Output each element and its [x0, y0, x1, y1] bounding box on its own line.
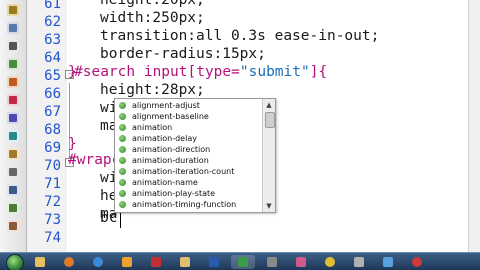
hint-item[interactable]: animation-duration	[117, 155, 261, 166]
insert-toolstrip	[0, 0, 27, 252]
ie-icon[interactable]	[86, 255, 110, 269]
hint-item[interactable]: animation-iteration-count	[117, 166, 261, 177]
line-number: 66	[44, 86, 61, 102]
outdent-icon[interactable]	[7, 220, 19, 232]
code-line: transition:all 0.3s ease-in-out;	[100, 28, 380, 44]
cursor-icon[interactable]	[7, 40, 19, 52]
calc-icon[interactable]	[260, 255, 284, 269]
line-number: 64	[44, 50, 61, 66]
line-number: 67	[44, 104, 61, 120]
property-icon	[119, 157, 126, 164]
network-icon[interactable]	[376, 255, 400, 269]
undo-icon[interactable]	[7, 166, 19, 178]
recorder-icon[interactable]	[405, 255, 429, 269]
taskbar	[0, 252, 480, 270]
hint-item[interactable]: animation-direction	[117, 144, 261, 155]
property-icon	[119, 201, 126, 208]
property-icon	[119, 146, 126, 153]
css-icon[interactable]	[7, 130, 19, 142]
line-number: 71	[44, 176, 61, 192]
hint-item[interactable]: alignment-baseline	[117, 111, 261, 122]
line-number: 65	[44, 68, 61, 84]
line-number: 68	[44, 122, 61, 138]
css-selector-line: #search input[type="submit"]{	[74, 62, 327, 82]
dreamweaver-icon[interactable]	[231, 255, 255, 269]
hint-item[interactable]: animation-play-state	[117, 188, 261, 199]
app-icon[interactable]	[144, 255, 168, 269]
selector-text: ]{	[309, 64, 328, 80]
wand-icon[interactable]	[7, 4, 19, 16]
hint-item[interactable]: animation	[117, 122, 261, 133]
hint-item[interactable]: animation-name	[117, 177, 261, 188]
property-icon	[119, 135, 126, 142]
line-number: 63	[44, 32, 61, 48]
folder-icon[interactable]	[173, 255, 197, 269]
word-icon[interactable]	[202, 255, 226, 269]
hint-item[interactable]: alignment-adjust	[117, 100, 261, 111]
property-icon	[119, 102, 126, 109]
code-line: height:28px;	[100, 82, 205, 98]
list-icon[interactable]	[7, 184, 19, 196]
editor-window: 61 62 63 64 65 66 67 68 69 70 71 72 73 7…	[0, 0, 480, 270]
paint-icon[interactable]	[289, 255, 313, 269]
indent-icon[interactable]	[7, 202, 19, 214]
property-icon	[119, 179, 126, 186]
scroll-down-icon[interactable]: ▼	[264, 201, 274, 211]
property-icon	[119, 168, 126, 175]
box-icon[interactable]	[7, 22, 19, 34]
hint-scrollbar[interactable]: ▲ ▼	[262, 99, 275, 212]
settings-icon[interactable]	[347, 255, 371, 269]
selector-text: #search input[type=	[74, 64, 240, 80]
palette-icon[interactable]	[7, 94, 19, 106]
code-line: border-radius:15px;	[100, 46, 266, 62]
string-literal: "submit"	[239, 64, 310, 80]
code-line: width:250px;	[100, 10, 205, 26]
grid-icon[interactable]	[7, 58, 19, 70]
line-number: 70	[44, 158, 61, 174]
explorer-icon[interactable]	[28, 255, 52, 269]
line-number-gutter: 61 62 63 64 65 66 67 68 69 70 71 72 73 7…	[27, 0, 67, 252]
css-selector-line: #wrapc	[68, 152, 121, 168]
line-number: 73	[44, 212, 61, 228]
property-icon	[119, 124, 126, 131]
hint-item[interactable]: animation-delay	[117, 133, 261, 144]
property-icon	[119, 190, 126, 197]
start-button[interactable]	[6, 254, 24, 270]
editor-scrollbar[interactable]	[468, 0, 480, 252]
text-caret	[120, 213, 121, 228]
property-icon	[119, 113, 126, 120]
line-number: 74	[44, 230, 61, 246]
chrome-icon[interactable]	[318, 255, 342, 269]
scroll-up-icon[interactable]: ▲	[264, 100, 274, 110]
tag-icon[interactable]	[7, 148, 19, 160]
layout-icon[interactable]	[7, 112, 19, 124]
line-number: 72	[44, 194, 61, 210]
line-number: 62	[44, 14, 61, 30]
media-icon[interactable]	[115, 255, 139, 269]
brush-icon[interactable]	[7, 76, 19, 88]
scroll-thumb[interactable]	[265, 112, 275, 128]
hint-item[interactable]: animation-timing-function	[117, 199, 261, 210]
line-number: 69	[44, 140, 61, 156]
firefox-icon[interactable]	[57, 255, 81, 269]
code-hint-popup[interactable]: alignment-adjust alignment-baseline anim…	[114, 98, 276, 213]
